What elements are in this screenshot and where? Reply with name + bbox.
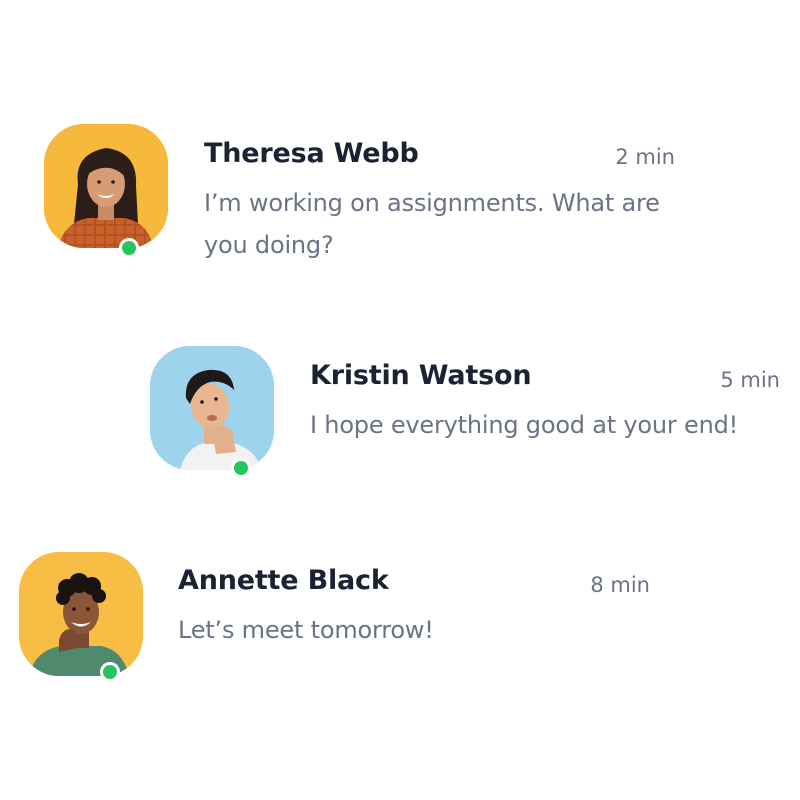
- avatar[interactable]: [19, 552, 143, 676]
- avatar[interactable]: [150, 346, 274, 470]
- contact-name: Theresa Webb: [204, 138, 419, 169]
- person-avatar-icon: [44, 124, 168, 248]
- message-time: 8 min: [590, 573, 650, 597]
- chat-item-kristin-watson[interactable]: Kristin Watson 5 min I hope everything g…: [0, 330, 800, 480]
- online-status-icon: [119, 238, 139, 258]
- online-status-icon: [100, 662, 120, 682]
- person-avatar-icon: [150, 346, 274, 470]
- chat-item-annette-black[interactable]: Annette Black 8 min Let’s meet tomorrow!: [0, 540, 800, 690]
- chat-list: Theresa Webb 2 min I’m working on assign…: [0, 0, 800, 800]
- message-preview: I hope everything good at your end!: [310, 411, 739, 439]
- person-avatar-icon: [19, 552, 143, 676]
- online-status-icon: [231, 458, 251, 478]
- message-time: 5 min: [720, 368, 780, 392]
- message-preview: I’m working on assignments. What are you…: [204, 189, 660, 259]
- contact-name: Kristin Watson: [310, 360, 532, 391]
- message-preview: Let’s meet tomorrow!: [178, 616, 434, 644]
- chat-item-theresa-webb[interactable]: Theresa Webb 2 min I’m working on assign…: [0, 0, 800, 290]
- avatar[interactable]: [44, 124, 168, 248]
- message-time: 2 min: [615, 145, 675, 169]
- contact-name: Annette Black: [178, 565, 389, 596]
